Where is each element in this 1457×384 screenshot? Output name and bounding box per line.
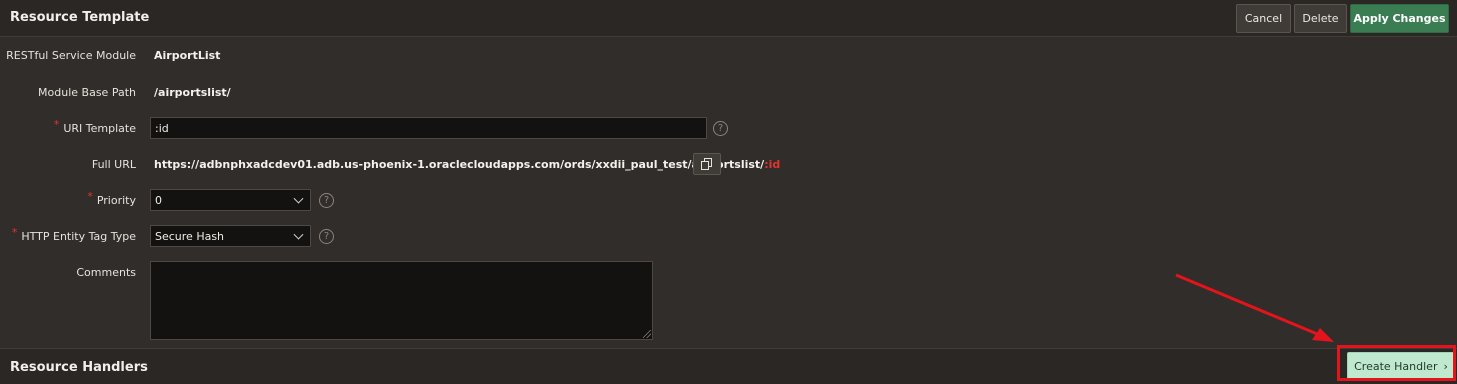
priority-label-text: Priority xyxy=(96,194,136,207)
apply-changes-button[interactable]: Apply Changes xyxy=(1350,4,1449,33)
chevron-right-icon: › xyxy=(1443,359,1448,373)
copy-url-button[interactable] xyxy=(693,153,721,175)
help-icon[interactable]: ? xyxy=(319,229,334,244)
full-url-label: Full URL xyxy=(91,158,136,171)
priority-label: * Priority xyxy=(0,190,136,207)
resource-handlers-title: Resource Handlers xyxy=(10,360,148,375)
help-icon[interactable]: ? xyxy=(319,193,334,208)
create-handler-label: Create Handler xyxy=(1354,359,1438,373)
chevron-down-icon xyxy=(293,193,304,204)
etag-label-text: HTTP Entity Tag Type xyxy=(21,230,136,243)
etag-select-value: Secure Hash xyxy=(155,229,225,243)
required-marker: * xyxy=(53,118,60,131)
uri-template-input[interactable]: :id xyxy=(150,117,707,139)
base-path-value: /airportslist/ xyxy=(154,86,231,99)
chevron-down-icon xyxy=(293,229,304,240)
etag-select[interactable]: Secure Hash xyxy=(150,225,311,247)
region-title: Resource Template xyxy=(10,10,150,25)
base-path-label: Module Base Path xyxy=(38,86,136,99)
etag-label: * HTTP Entity Tag Type xyxy=(0,226,136,243)
uri-template-label-text: URI Template xyxy=(63,122,136,135)
create-handler-button[interactable]: Create Handler › xyxy=(1347,352,1455,380)
required-marker: * xyxy=(87,190,93,203)
module-value: AirportList xyxy=(154,49,221,62)
comments-textarea[interactable] xyxy=(150,261,653,340)
priority-select-value: 0 xyxy=(155,193,162,207)
uri-template-label: * URI Template xyxy=(0,118,136,135)
priority-select[interactable]: 0 xyxy=(150,189,311,211)
resize-grip-icon[interactable] xyxy=(643,330,651,338)
module-label: RESTful Service Module xyxy=(6,49,136,62)
resource-handlers-header: Resource Handlers xyxy=(0,348,1457,384)
full-url-value: https://adbnphxadcdev01.adb.us-phoenix-1… xyxy=(154,158,780,171)
full-url-base: https://adbnphxadcdev01.adb.us-phoenix-1… xyxy=(154,158,765,171)
comments-label: Comments xyxy=(76,266,136,279)
cancel-button[interactable]: Cancel xyxy=(1236,4,1291,33)
required-marker: * xyxy=(11,226,18,239)
delete-button[interactable]: Delete xyxy=(1294,4,1347,33)
help-icon[interactable]: ? xyxy=(713,121,728,136)
copy-icon xyxy=(701,158,712,170)
full-url-param: :id xyxy=(764,158,781,171)
